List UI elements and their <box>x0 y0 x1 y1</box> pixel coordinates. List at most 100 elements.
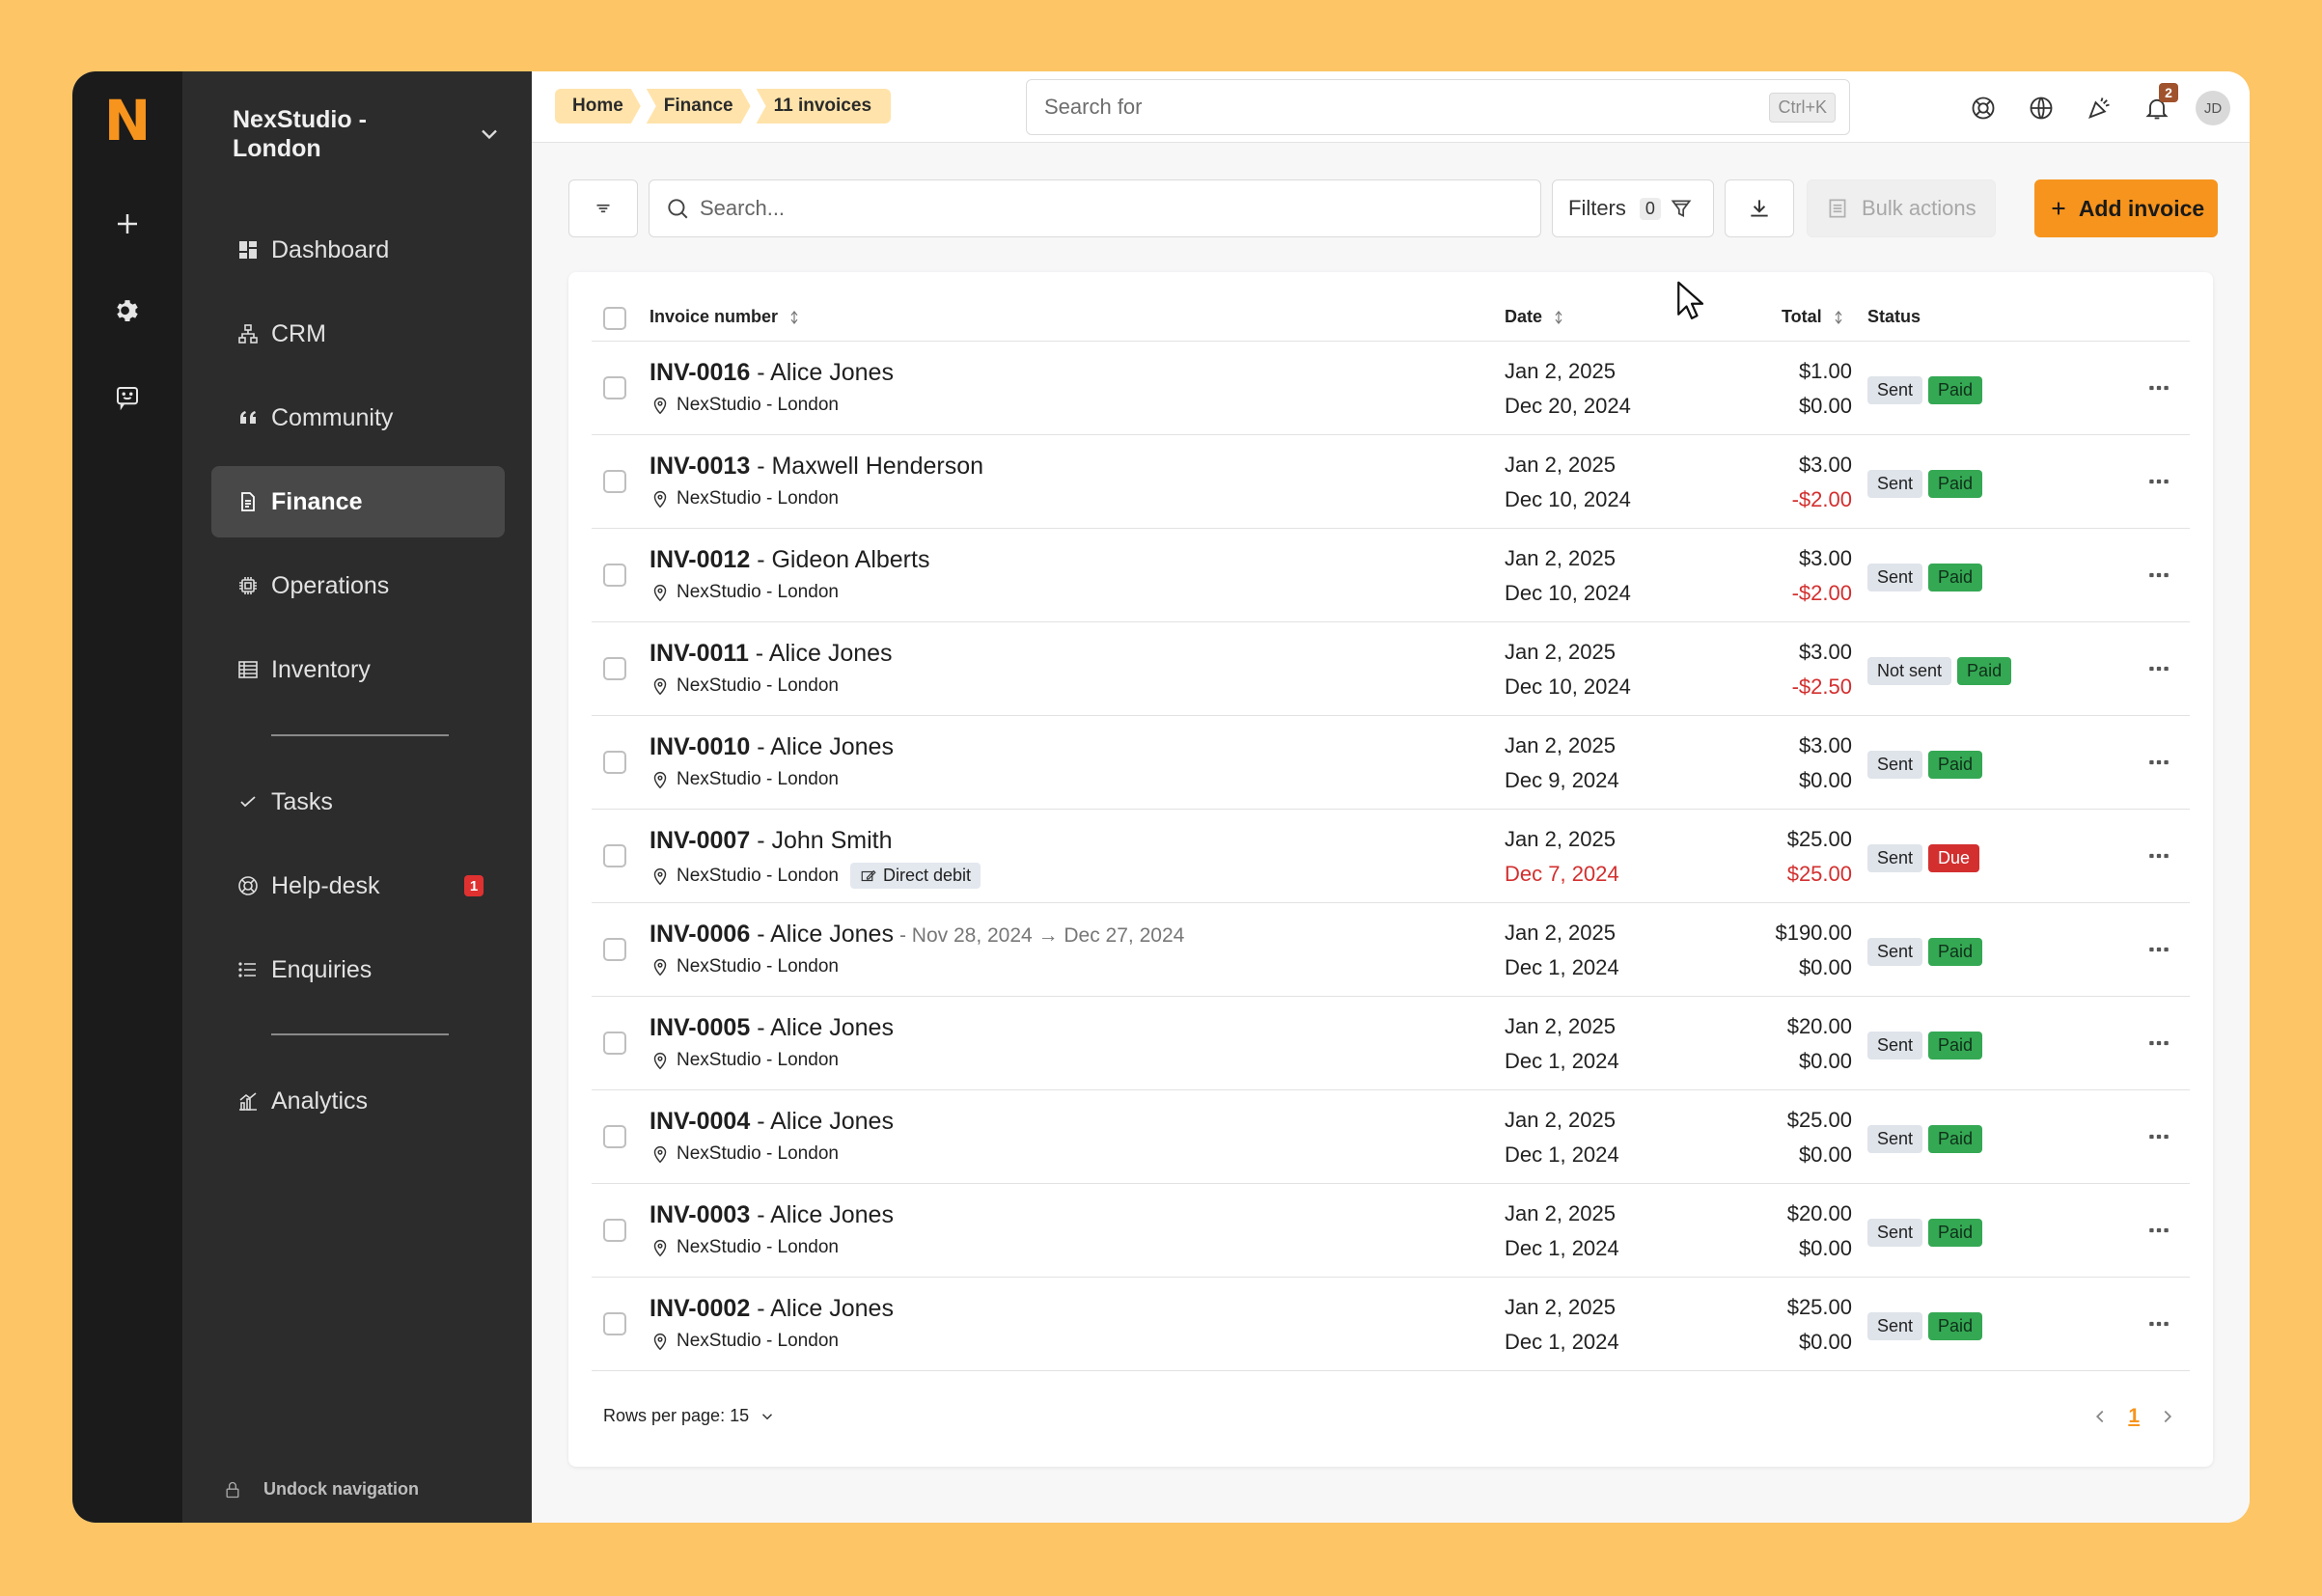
more-actions-icon[interactable] <box>2143 560 2174 591</box>
table-row[interactable]: INV-0010 - Alice Jones NexStudio - London… <box>592 716 2190 810</box>
invoice-title[interactable]: INV-0005 - Alice Jones <box>650 1014 894 1042</box>
party-popper-icon[interactable] <box>2080 89 2118 127</box>
bell-icon[interactable]: 2 <box>2138 83 2178 127</box>
invoice-title[interactable]: INV-0006 - Alice Jones - Nov 28, 2024 → D… <box>650 921 1184 949</box>
select-all-checkbox[interactable] <box>603 307 626 330</box>
more-actions-icon[interactable] <box>2143 466 2174 497</box>
invoice-title[interactable]: INV-0011 - Alice Jones <box>650 640 893 668</box>
row-checkbox[interactable] <box>603 1125 626 1148</box>
table-row[interactable]: INV-0002 - Alice Jones NexStudio - London… <box>592 1278 2190 1371</box>
page-number[interactable]: 1 <box>2128 1405 2140 1428</box>
breadcrumb-home[interactable]: Home <box>555 89 641 124</box>
filters-button[interactable]: Filters 0 <box>1552 179 1714 237</box>
invoice-number: INV-0005 <box>650 1014 751 1041</box>
workspace-switcher[interactable]: NexStudio - London <box>233 100 503 168</box>
more-actions-icon[interactable] <box>2143 1028 2174 1059</box>
table-row[interactable]: INV-0003 - Alice Jones NexStudio - London… <box>592 1184 2190 1278</box>
gear-icon[interactable] <box>100 284 154 338</box>
row-checkbox[interactable] <box>603 564 626 587</box>
column-label: Date <box>1505 307 1543 326</box>
invoice-title[interactable]: INV-0003 - Alice Jones <box>650 1201 894 1229</box>
column-invoice-number[interactable]: Invoice number <box>650 307 803 327</box>
breadcrumb-finance[interactable]: Finance <box>647 89 751 124</box>
status-badges: Sent Paid <box>1867 470 1988 498</box>
invoice-title[interactable]: INV-0004 - Alice Jones <box>650 1108 894 1136</box>
rows-per-page-select[interactable]: Rows per page: 15 <box>603 1406 776 1426</box>
sidebar-item-community[interactable]: Community <box>211 382 505 454</box>
invoice-title[interactable]: INV-0016 - Alice Jones <box>650 359 894 387</box>
location-label: NexStudio - London <box>677 865 839 886</box>
invoice-title[interactable]: INV-0012 - Gideon Alberts <box>650 546 929 574</box>
add-invoice-button[interactable]: Add invoice <box>2034 179 2218 237</box>
more-actions-icon[interactable] <box>2143 653 2174 684</box>
table-row[interactable]: INV-0012 - Gideon Alberts NexStudio - Lon… <box>592 529 2190 622</box>
chevron-right-icon[interactable] <box>2157 1406 2178 1427</box>
globe-icon[interactable] <box>2022 89 2060 127</box>
row-checkbox[interactable] <box>603 938 626 961</box>
invoice-title[interactable]: INV-0002 - Alice Jones <box>650 1295 894 1323</box>
more-actions-icon[interactable] <box>2143 1215 2174 1246</box>
more-actions-icon[interactable] <box>2143 1121 2174 1152</box>
issue-date: Jan 2, 2025 <box>1505 640 1616 664</box>
row-checkbox[interactable] <box>603 1219 626 1242</box>
invoice-search-input[interactable]: Search... <box>649 179 1541 237</box>
quote-icon <box>240 411 256 424</box>
row-checkbox[interactable] <box>603 1032 626 1055</box>
table-row[interactable]: INV-0005 - Alice Jones NexStudio - London… <box>592 997 2190 1090</box>
row-checkbox[interactable] <box>603 657 626 680</box>
more-actions-icon[interactable] <box>2143 934 2174 965</box>
bulk-actions-button[interactable]: Bulk actions <box>1807 179 1996 237</box>
row-checkbox[interactable] <box>603 376 626 399</box>
more-actions-icon[interactable] <box>2143 840 2174 871</box>
payment-status-badge: Paid <box>1928 1219 1983 1247</box>
invoice-title[interactable]: INV-0013 - Maxwell Henderson <box>650 453 983 481</box>
table-row[interactable]: INV-0007 - John Smith NexStudio - London D… <box>592 810 2190 903</box>
table-row[interactable]: INV-0016 - Alice Jones NexStudio - London… <box>592 342 2190 435</box>
payment-status-badge: Paid <box>1928 376 1983 404</box>
chevron-left-icon[interactable] <box>2089 1406 2111 1427</box>
avatar[interactable]: JD <box>2196 91 2230 125</box>
sidebar-item-analytics[interactable]: Analytics <box>211 1065 505 1137</box>
row-checkbox[interactable] <box>603 1312 626 1335</box>
sidebar-item-help-desk[interactable]: Help-desk 1 <box>211 850 505 922</box>
row-checkbox[interactable] <box>603 751 626 774</box>
invoice-location: NexStudio - London <box>650 1331 839 1352</box>
lifebuoy-icon <box>238 876 258 895</box>
invoice-title[interactable]: INV-0010 - Alice Jones <box>650 733 894 761</box>
plus-icon[interactable] <box>100 197 154 251</box>
sidebar-item-label: CRM <box>271 319 326 347</box>
breadcrumb: Home Finance 11 invoices <box>555 89 897 124</box>
sidebar-item-operations[interactable]: Operations <box>211 550 505 621</box>
column-total[interactable]: Total <box>1782 307 1847 327</box>
feedback-icon[interactable] <box>100 371 154 425</box>
table-row[interactable]: INV-0004 - Alice Jones NexStudio - London… <box>592 1090 2190 1184</box>
invoice-title[interactable]: INV-0007 - John Smith <box>650 827 893 855</box>
due-date: Dec 1, 2024 <box>1505 955 1619 979</box>
sidebar-item-tasks[interactable]: Tasks <box>211 766 505 838</box>
more-actions-icon[interactable] <box>2143 1308 2174 1339</box>
sidebar-item-enquiries[interactable]: Enquiries <box>211 934 505 1005</box>
breadcrumb-invoices[interactable]: 11 invoices <box>756 89 892 124</box>
sidebar-item-crm[interactable]: CRM <box>211 298 505 370</box>
table-row[interactable]: INV-0006 - Alice Jones - Nov 28, 2024 → D… <box>592 903 2190 997</box>
plus-icon <box>2052 202 2065 215</box>
column-date[interactable]: Date <box>1505 307 1567 327</box>
chevron-down-icon <box>762 1413 773 1419</box>
global-search-input[interactable]: Search for Ctrl+K <box>1026 79 1850 135</box>
sidebar-item-label: Inventory <box>271 655 371 683</box>
invoice-balance: $0.00 <box>1798 1330 1852 1354</box>
more-actions-icon[interactable] <box>2143 372 2174 403</box>
support-icon[interactable] <box>1964 89 2003 127</box>
row-checkbox[interactable] <box>603 844 626 867</box>
more-actions-icon[interactable] <box>2143 747 2174 778</box>
row-checkbox[interactable] <box>603 470 626 493</box>
table-row[interactable]: INV-0013 - Maxwell Henderson NexStudio - … <box>592 435 2190 529</box>
download-button[interactable] <box>1725 179 1794 237</box>
undock-navigation-button[interactable]: Undock navigation <box>223 1479 419 1500</box>
brand-logo[interactable]: N <box>104 93 152 152</box>
sidebar-item-dashboard[interactable]: Dashboard <box>211 214 505 286</box>
sidebar-item-inventory[interactable]: Inventory <box>211 634 505 705</box>
sort-filter-button[interactable] <box>568 179 638 237</box>
sidebar-item-finance[interactable]: Finance <box>211 466 505 537</box>
table-row[interactable]: INV-0011 - Alice Jones NexStudio - London… <box>592 622 2190 716</box>
